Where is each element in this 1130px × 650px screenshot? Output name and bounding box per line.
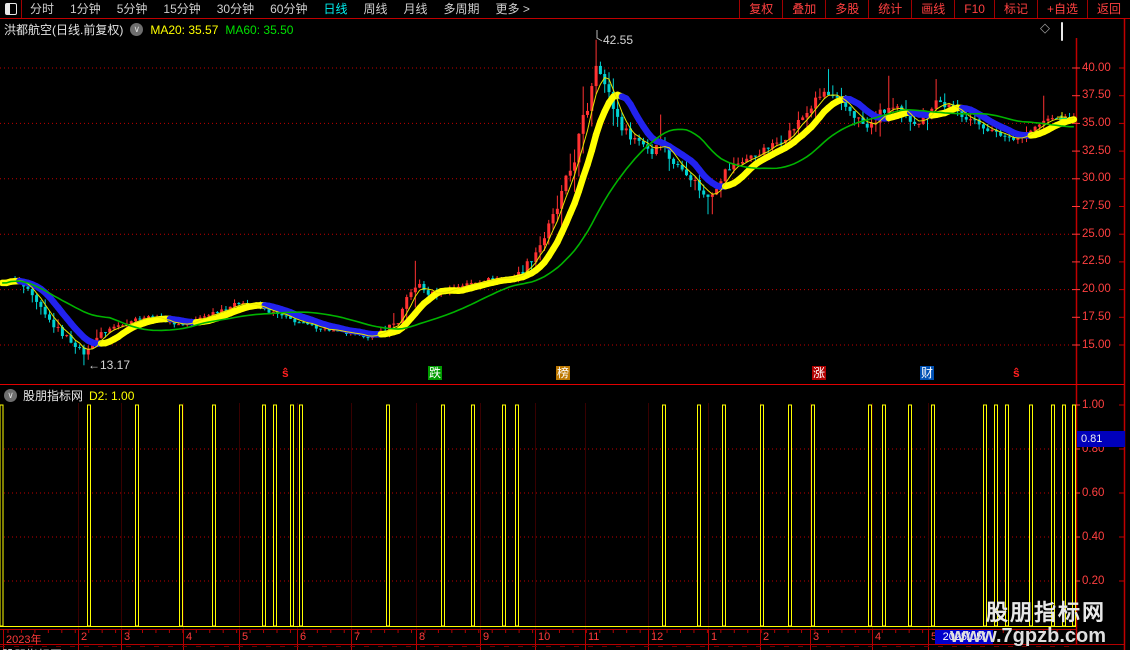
date-tick-label: 6 [300, 631, 307, 643]
price-tick-label: 37.50 [1082, 89, 1111, 102]
indicator-tick-label: 0.40 [1082, 531, 1105, 543]
watermark-tag: ŝ [1013, 366, 1020, 380]
site-watermark-name: 股朋指标网 [985, 600, 1106, 625]
chevron-down-icon[interactable] [4, 389, 17, 402]
price-tick-label: 40.00 [1082, 61, 1111, 74]
menu-item-60分钟[interactable]: 60分钟 [262, 0, 315, 18]
date-tick-label: 7 [354, 631, 361, 643]
price-tick-label: 32.50 [1082, 144, 1111, 157]
indicator-tick-label: 1.00 [1082, 399, 1105, 411]
watermark-tag: 榜 [556, 366, 571, 380]
menu-item-15分钟[interactable]: 15分钟 [155, 0, 208, 18]
watermark-tag: 财 [920, 366, 935, 380]
high-annotation: 42.55 [603, 33, 634, 47]
menu-item-多周期[interactable]: 多周期 [436, 0, 488, 18]
menu-item-标记[interactable]: 标记 [993, 0, 1037, 18]
menu-item-叠加[interactable]: 叠加 [782, 0, 825, 18]
price-tick-label: 22.50 [1082, 255, 1111, 268]
indicator-tick-label: 0.60 [1082, 487, 1105, 499]
site-watermark: 股朋指标网 www.7gpzb.com [950, 601, 1106, 648]
date-tick-label: 11 [588, 631, 600, 643]
site-watermark-url: www.7gpzb.com [950, 625, 1106, 647]
date-tick-label: 2 [81, 631, 88, 643]
low-annotation: ←13.17 [88, 358, 131, 372]
menu-item-月线[interactable]: 月线 [396, 0, 436, 18]
stock-title: 洪都航空(日线.前复权) [4, 23, 124, 37]
date-tick-label: 9 [483, 631, 490, 643]
watermark-tag: 跌 [428, 366, 443, 380]
price-tick-label: 15.00 [1082, 338, 1111, 351]
menu-item-更多 >[interactable]: 更多 > [488, 0, 538, 18]
indicator-panel-header: 股朋指标网 D2: 1.00 [4, 387, 134, 404]
date-tick-label: 10 [538, 631, 551, 643]
chevron-down-icon[interactable] [130, 23, 144, 36]
panel-icon[interactable] [1061, 22, 1063, 41]
chart-title-bar: 洪都航空(日线.前复权) MA20: 35.57 MA60: 35.50 [4, 21, 293, 38]
price-tick-label: 27.50 [1082, 200, 1111, 212]
menu-item-返回[interactable]: 返回 [1086, 0, 1130, 18]
indicator-tick-label: 0.20 [1082, 575, 1105, 587]
layout-icon[interactable] [0, 0, 22, 18]
watermark-tag: ŝ [282, 366, 289, 380]
menu-item-复权[interactable]: 复权 [739, 0, 782, 18]
price-tick-label: 30.00 [1082, 172, 1111, 185]
diamond-icon[interactable] [1040, 20, 1050, 36]
watermark-tag: 涨 [812, 366, 827, 380]
menu-item-5分钟[interactable]: 5分钟 [109, 0, 156, 18]
date-tick-label: 5 [242, 631, 249, 643]
date-tick-label: 12 [651, 631, 664, 643]
date-tick-label: 2 [763, 631, 770, 643]
menu-item-+自选[interactable]: +自选 [1036, 0, 1087, 18]
menu-item-F10[interactable]: F10 [954, 0, 994, 18]
indicator-legend: D2: 1.00 [89, 388, 135, 403]
price-tick-label: 25.00 [1082, 227, 1111, 240]
trading-app-window: 分时 1分钟 5分钟 15分钟 30分钟 60分钟 日线 周线 月线 多周期 更多 > 复权 叠加 多股… [0, 0, 1130, 650]
period-menu: 分时 1分钟 5分钟 15分钟 30分钟 60分钟 日线 周线 月线 多周期 更多 > [22, 0, 538, 18]
menu-item-30分钟[interactable]: 30分钟 [209, 0, 262, 18]
menu-item-周线[interactable]: 周线 [355, 0, 395, 18]
date-tick-label: 3 [813, 631, 820, 643]
price-tick-label: 17.50 [1082, 310, 1111, 323]
menu-item-日线[interactable]: 日线 [315, 0, 355, 18]
date-tick-label: 1 [711, 631, 718, 643]
top-toolbar: 分时 1分钟 5分钟 15分钟 30分钟 60分钟 日线 周线 月线 多周期 更多 > 复权 叠加 多股… [0, 0, 1130, 19]
price-tick-label: 20.00 [1082, 283, 1111, 296]
indicator-title: 股朋指标网 [23, 389, 84, 403]
menu-item-多股[interactable]: 多股 [825, 0, 868, 18]
action-menu: 复权 叠加 多股 统计 画线 F10 标记 +自选 返回 [739, 0, 1130, 18]
layout-icon-glyph [4, 3, 17, 15]
menu-item-统计[interactable]: 统计 [868, 0, 911, 18]
menu-item-1分钟[interactable]: 1分钟 [62, 0, 109, 18]
ma60-legend: MA60: 35.50 [225, 22, 294, 37]
date-tick-label: 2023年 [6, 634, 42, 646]
price-tick-label: 35.00 [1082, 116, 1111, 129]
ma20-legend: MA20: 35.57 [150, 22, 219, 37]
chart-canvas[interactable] [0, 0, 1130, 650]
menu-item-画线[interactable]: 画线 [911, 0, 954, 18]
date-tick-label: 4 [186, 631, 193, 643]
clipped-panel-header: 股朋指标网 [2, 646, 62, 650]
date-tick-label: 4 [875, 631, 882, 643]
current-value-marker: 0.81 [1077, 431, 1125, 447]
panel-icon-glyph [1061, 22, 1063, 41]
date-tick-label: 8 [419, 631, 426, 643]
menu-item-分时[interactable]: 分时 [22, 0, 62, 18]
date-tick-label: 3 [124, 631, 131, 643]
